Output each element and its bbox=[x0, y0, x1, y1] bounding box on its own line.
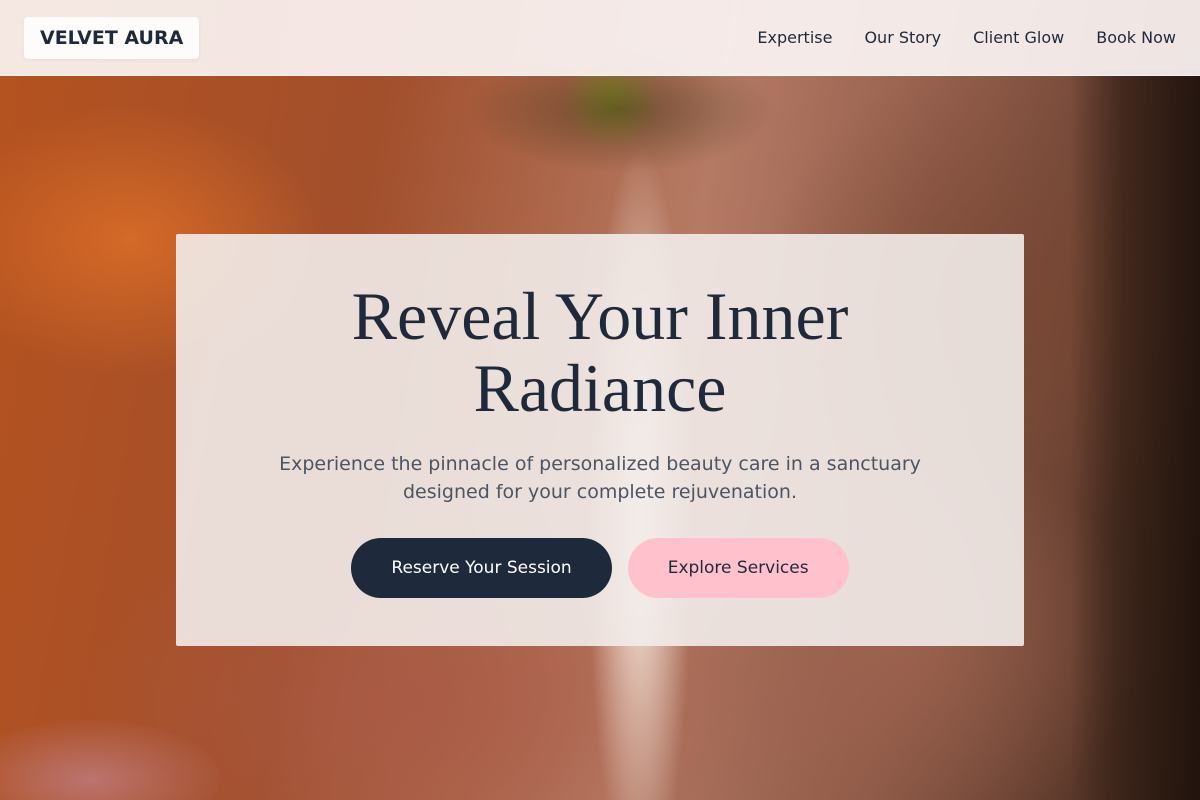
nav-link-our-story[interactable]: Our Story bbox=[864, 28, 941, 47]
page: VELVET AURA Expertise Our Story Client G… bbox=[0, 0, 1200, 800]
hero-subtitle: Experience the pinnacle of personalized … bbox=[279, 453, 921, 503]
nav-link-expertise[interactable]: Expertise bbox=[757, 28, 832, 47]
explore-services-button[interactable]: Explore Services bbox=[627, 538, 849, 598]
nav-link-client-glow[interactable]: Client Glow bbox=[973, 28, 1064, 47]
hero-title: Reveal Your Inner Radiance bbox=[351, 278, 849, 426]
nav-link-book-now[interactable]: Book Now bbox=[1096, 28, 1176, 47]
hero-buttons: Reserve Your Session Explore Services bbox=[176, 538, 1024, 598]
nav-links: Expertise Our Story Client Glow Book Now bbox=[757, 28, 1176, 47]
top-navigation: VELVET AURA Expertise Our Story Client G… bbox=[0, 0, 1200, 76]
hero-image-hair bbox=[1070, 70, 1200, 800]
reserve-session-button[interactable]: Reserve Your Session bbox=[351, 538, 612, 598]
hero-card: Reveal Your Inner Radiance Experience th… bbox=[176, 234, 1024, 646]
brand-logo[interactable]: VELVET AURA bbox=[24, 16, 200, 59]
